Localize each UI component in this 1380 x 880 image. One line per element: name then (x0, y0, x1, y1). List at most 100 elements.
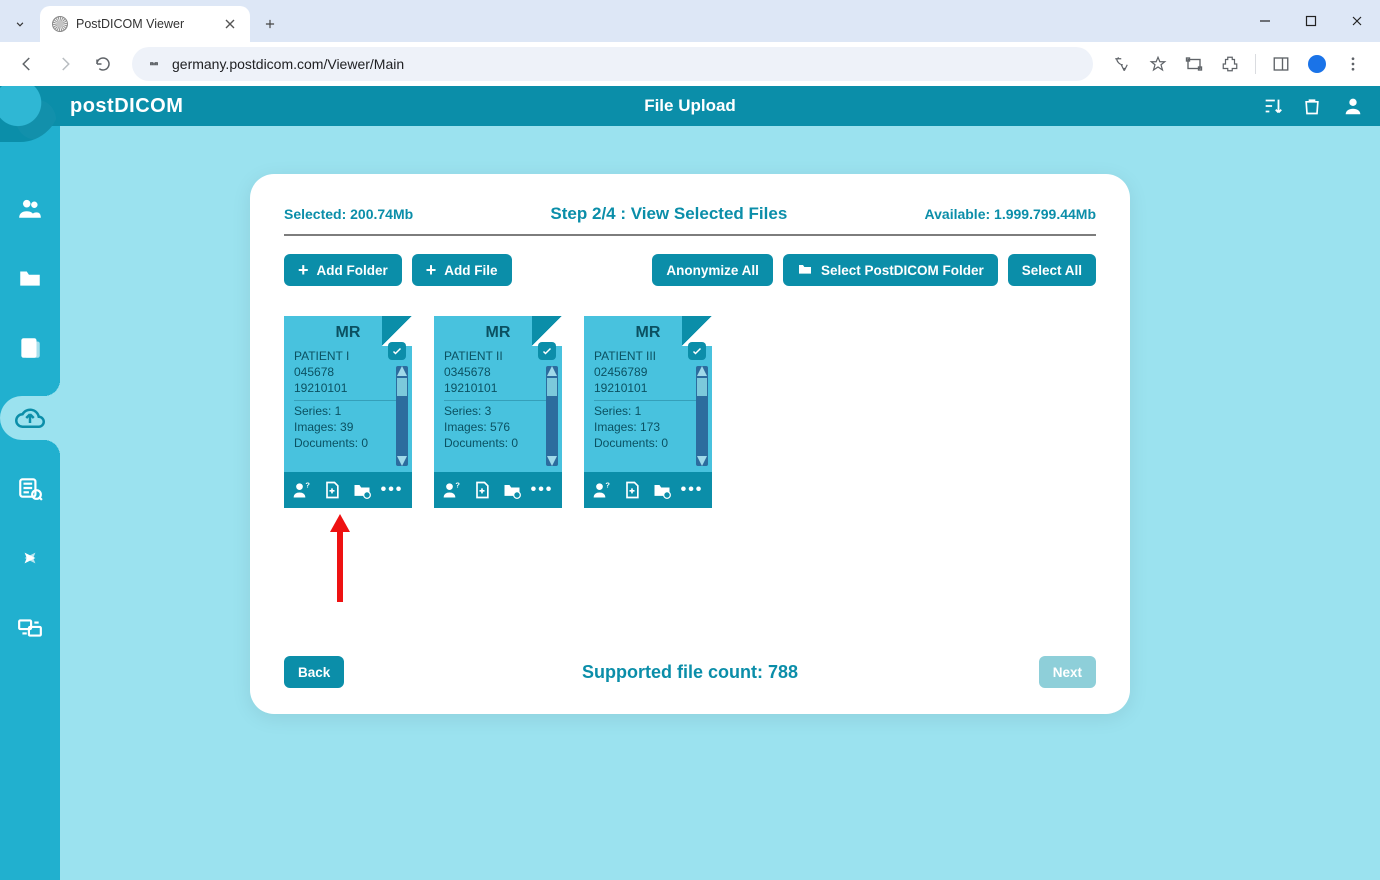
images-count: Images: 173 (594, 419, 702, 435)
supported-count: Supported file count: 788 (284, 662, 1096, 683)
panel-bottom: Back Supported file count: 788 Next (284, 656, 1096, 688)
avatar-icon (1308, 55, 1326, 73)
anonymize-button[interactable]: Anonymize All (652, 254, 773, 286)
btn-label: Next (1053, 665, 1082, 680)
address-bar[interactable]: germany.postdicom.com/Viewer/Main (132, 47, 1093, 81)
more-icon[interactable]: ••• (382, 480, 402, 500)
trash-icon[interactable] (1302, 95, 1324, 117)
extensions-icon[interactable] (1213, 47, 1247, 81)
card-actions: ? ••• (584, 472, 712, 508)
close-tab-button[interactable] (222, 16, 238, 32)
new-tab-button[interactable] (256, 10, 284, 38)
file-card[interactable]: MR PATIENT I 045678 19210101 Series: 1 I… (284, 316, 412, 566)
sort-icon[interactable] (1262, 95, 1284, 117)
tab-title: PostDICOM Viewer (76, 17, 184, 31)
card-scrollbar[interactable] (546, 366, 558, 466)
btn-label: Add File (444, 263, 497, 278)
minimize-button[interactable] (1242, 0, 1288, 42)
rail-share[interactable] (8, 536, 52, 580)
favicon-icon (52, 16, 68, 32)
available-size: Available: 1.999.799.44Mb (925, 206, 1096, 222)
select-all-button[interactable]: Select All (1008, 254, 1096, 286)
rail-sync[interactable] (8, 606, 52, 650)
card-scrollbar[interactable] (696, 366, 708, 466)
series-count: Series: 1 (294, 400, 402, 419)
series-count: Series: 1 (594, 400, 702, 419)
back-button[interactable] (10, 47, 44, 81)
selected-check-icon[interactable] (688, 342, 706, 360)
maximize-button[interactable] (1288, 0, 1334, 42)
add-document-icon[interactable] (322, 480, 342, 500)
svg-text:?: ? (455, 481, 460, 490)
user-icon[interactable] (1342, 95, 1364, 117)
translate-icon[interactable] (1105, 47, 1139, 81)
select-folder-button[interactable]: Select PostDICOM Folder (783, 254, 998, 286)
add-folder-button[interactable]: +Add Folder (284, 254, 402, 286)
card-scrollbar[interactable] (396, 366, 408, 466)
btn-label: Select PostDICOM Folder (821, 263, 984, 278)
patient-id: 045678 (294, 364, 402, 380)
assign-patient-icon[interactable]: ? (592, 480, 612, 500)
rail-reports[interactable] (8, 326, 52, 370)
upload-panel: Selected: 200.74Mb Step 2/4 : View Selec… (250, 174, 1130, 714)
selected-check-icon[interactable] (538, 342, 556, 360)
assign-folder-icon[interactable] (352, 480, 372, 500)
btn-label: Add Folder (317, 263, 388, 278)
patient-id: 02456789 (594, 364, 702, 380)
step-label: Step 2/4 : View Selected Files (550, 204, 787, 224)
rail-upload[interactable] (0, 396, 60, 440)
brand[interactable]: postDICOM (70, 95, 183, 118)
more-icon[interactable]: ••• (682, 480, 702, 500)
assign-folder-icon[interactable] (502, 480, 522, 500)
selected-check-icon[interactable] (388, 342, 406, 360)
patient-name: PATIENT I (294, 348, 402, 364)
action-row: +Add Folder +Add File Anonymize All Sele… (284, 254, 1096, 286)
close-window-button[interactable] (1334, 0, 1380, 42)
back-button[interactable]: Back (284, 656, 344, 688)
rail-folders[interactable] (8, 256, 52, 300)
folder-icon (797, 261, 813, 280)
file-card[interactable]: MR PATIENT II 0345678 19210101 Series: 3… (434, 316, 562, 566)
profile-button[interactable] (1300, 47, 1334, 81)
next-button[interactable]: Next (1039, 656, 1096, 688)
site-info-icon[interactable] (144, 54, 164, 74)
reload-button[interactable] (86, 47, 120, 81)
patient-dob: 19210101 (594, 380, 702, 396)
add-file-button[interactable]: +Add File (412, 254, 512, 286)
app-header: postDICOM File Upload (0, 86, 1380, 126)
documents-count: Documents: 0 (594, 435, 702, 451)
card-actions: ? ••• (434, 472, 562, 508)
browser-toolbar: germany.postdicom.com/Viewer/Main (0, 42, 1380, 86)
left-rail (0, 126, 60, 880)
svg-text:?: ? (305, 481, 310, 490)
assign-folder-icon[interactable] (652, 480, 672, 500)
separator (1255, 54, 1256, 74)
images-count: Images: 576 (444, 419, 552, 435)
add-document-icon[interactable] (622, 480, 642, 500)
more-icon[interactable]: ••• (532, 480, 552, 500)
add-document-icon[interactable] (472, 480, 492, 500)
patient-name: PATIENT III (594, 348, 702, 364)
brand-text: postDICOM (70, 95, 183, 118)
series-count: Series: 3 (444, 400, 552, 419)
assign-patient-icon[interactable]: ? (442, 480, 462, 500)
forward-button[interactable] (48, 47, 82, 81)
url-text: germany.postdicom.com/Viewer/Main (172, 56, 404, 72)
zoom-frame-icon[interactable] (1177, 47, 1211, 81)
sidepanel-icon[interactable] (1264, 47, 1298, 81)
file-cards: MR PATIENT I 045678 19210101 Series: 1 I… (284, 316, 1096, 566)
rail-worklist[interactable] (8, 466, 52, 510)
kebab-menu-button[interactable] (1336, 47, 1370, 81)
rail-patients[interactable] (8, 186, 52, 230)
tab-search-button[interactable] (6, 10, 34, 38)
browser-tab[interactable]: PostDICOM Viewer (40, 6, 250, 42)
patient-dob: 19210101 (444, 380, 552, 396)
file-card[interactable]: MR PATIENT III 02456789 19210101 Series:… (584, 316, 712, 566)
svg-text:?: ? (605, 481, 610, 490)
bookmark-icon[interactable] (1141, 47, 1175, 81)
documents-count: Documents: 0 (294, 435, 402, 451)
browser-titlebar: PostDICOM Viewer (0, 0, 1380, 42)
assign-patient-icon[interactable]: ? (292, 480, 312, 500)
app-body: Selected: 200.74Mb Step 2/4 : View Selec… (0, 126, 1380, 880)
patient-id: 0345678 (444, 364, 552, 380)
